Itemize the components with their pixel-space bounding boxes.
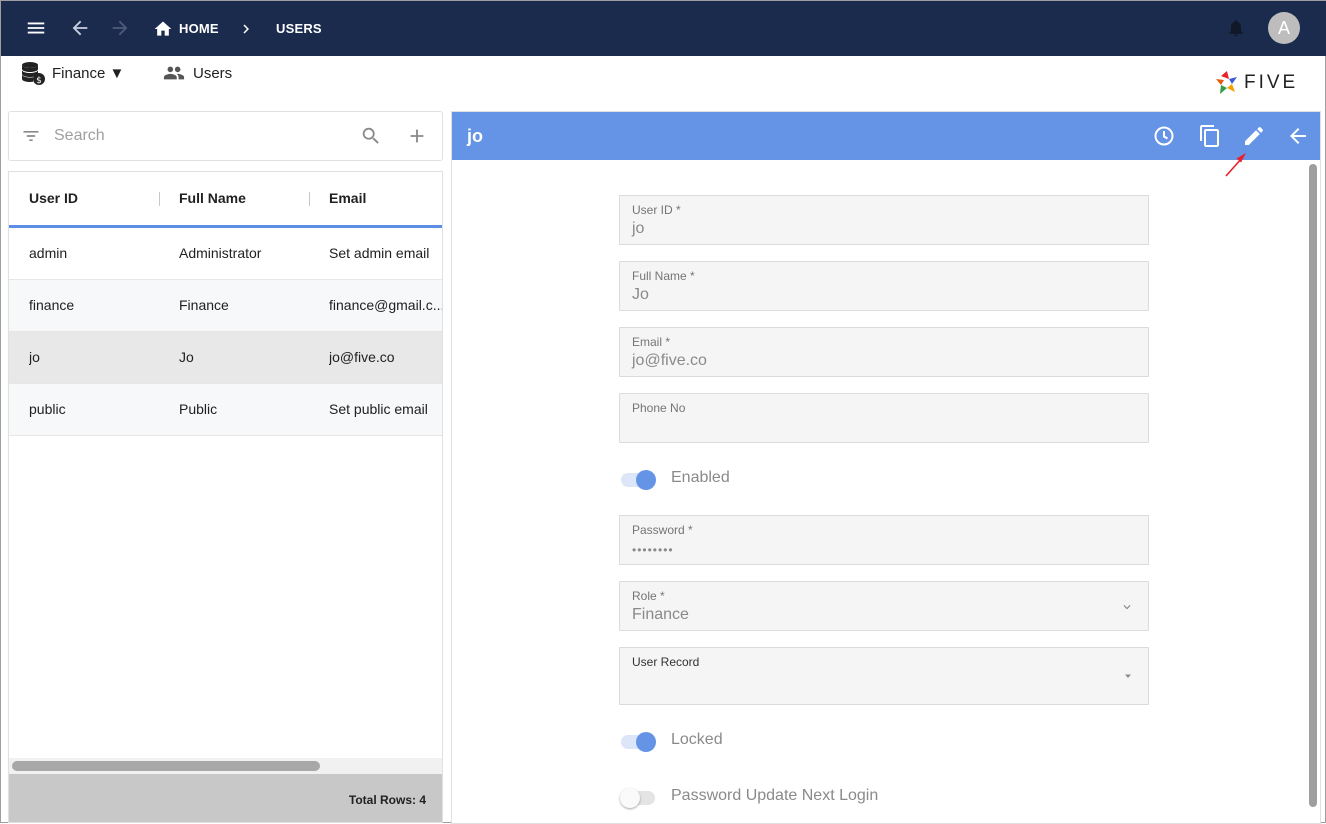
table-cell: finance — [29, 297, 75, 313]
table-cell: Jo — [179, 349, 194, 365]
breadcrumb-home-label: HOME — [179, 21, 219, 36]
users-grid: User ID Full Name Email admin Administrat… — [8, 171, 443, 823]
password-label: Password * — [632, 523, 693, 537]
breadcrumb-home[interactable]: HOME — [153, 1, 219, 56]
copy-icon[interactable] — [1198, 124, 1222, 148]
chevron-down-icon[interactable] — [1120, 600, 1134, 614]
password-value: •••••••• — [632, 543, 674, 557]
arrow-back-icon[interactable] — [1286, 124, 1310, 148]
history-icon[interactable] — [1152, 124, 1176, 148]
users-menu-label: Users — [193, 64, 233, 82]
user-record-label: User Record — [632, 655, 700, 669]
table-cell: jo — [29, 349, 40, 365]
users-menu[interactable]: Users — [163, 59, 232, 87]
full-name-label: Full Name * — [632, 269, 695, 283]
full-name-value: Jo — [632, 286, 649, 303]
horizontal-scrollbar[interactable] — [9, 758, 442, 774]
breadcrumb-users[interactable]: USERS — [276, 1, 322, 56]
form-header: jo — [452, 112, 1320, 160]
user-record-select[interactable]: User Record — [619, 647, 1149, 705]
column-header-user-id[interactable]: User ID — [29, 190, 78, 206]
email-label: Email * — [632, 335, 671, 349]
email-field[interactable]: Email * jo@five.co — [619, 327, 1149, 377]
phone-field[interactable]: Phone No — [619, 393, 1149, 443]
svg-text:$: $ — [36, 76, 42, 86]
edit-icon[interactable] — [1242, 124, 1266, 148]
column-header-full-name[interactable]: Full Name — [179, 190, 246, 206]
menu-icon[interactable] — [23, 15, 49, 41]
five-logo-icon — [1215, 70, 1239, 96]
bell-icon[interactable] — [1223, 15, 1249, 41]
avatar-initial: A — [1277, 17, 1290, 38]
phone-label: Phone No — [632, 401, 686, 415]
breadcrumb-users-label: USERS — [276, 21, 322, 36]
app-selector[interactable]: $ Finance ▼ — [20, 59, 124, 87]
password-field[interactable]: Password * •••••••• — [619, 515, 1149, 565]
users-icon — [163, 62, 185, 84]
search-icon[interactable] — [360, 125, 382, 147]
table-cell: public — [29, 401, 66, 417]
app-selector-label: Finance ▼ — [52, 64, 125, 82]
user-id-value: jo — [632, 220, 645, 237]
table-cell: Administrator — [179, 245, 262, 261]
grid-footer: Total Rows: 4 — [9, 774, 442, 822]
table-cell: finance@gmail.c... — [329, 297, 443, 313]
table-cell: admin — [29, 245, 68, 261]
toggle-knob — [636, 470, 656, 490]
email-value: jo@five.co — [632, 352, 707, 369]
table-cell: Public — [179, 401, 218, 417]
vertical-scrollbar-thumb[interactable] — [1309, 164, 1317, 807]
search-bar: Search — [8, 111, 443, 161]
avatar[interactable]: A — [1268, 12, 1300, 44]
forward-icon[interactable] — [107, 15, 133, 41]
grid-header: User ID Full Name Email — [9, 172, 442, 228]
top-app-bar: HOME USERS A — [1, 1, 1326, 56]
role-value: Finance — [632, 606, 689, 623]
role-label: Role * — [632, 589, 665, 603]
enabled-toggle[interactable]: Enabled — [620, 467, 920, 491]
user-id-field[interactable]: User ID * jo — [619, 195, 1149, 245]
table-row[interactable]: finance Finance finance@gmail.c... — [9, 280, 442, 332]
user-form-panel: jo User ID * jo Full Name * Jo Email * j… — [451, 111, 1321, 824]
filter-icon[interactable] — [21, 126, 41, 146]
five-logo: FIVE — [1215, 69, 1298, 97]
search-input[interactable]: Search — [54, 127, 105, 145]
toggle-knob — [620, 788, 640, 808]
locked-toggle[interactable]: Locked — [620, 729, 920, 753]
table-cell: Set admin email — [329, 245, 430, 261]
horizontal-scrollbar-thumb[interactable] — [12, 761, 320, 771]
user-id-label: User ID * — [632, 203, 681, 217]
home-icon — [153, 19, 173, 39]
table-cell: jo@five.co — [329, 349, 395, 365]
table-cell: Finance — [179, 297, 229, 313]
chevron-right-icon — [237, 1, 255, 56]
table-row[interactable]: jo Jo jo@five.co — [9, 332, 442, 384]
table-row[interactable]: admin Administrator Set admin email — [9, 228, 442, 280]
column-header-email[interactable]: Email — [329, 190, 366, 206]
form-title: jo — [467, 126, 483, 146]
locked-label: Locked — [671, 731, 723, 748]
table-cell: Set public email — [329, 401, 428, 417]
total-rows: Total Rows: 4 — [348, 793, 426, 807]
column-separator[interactable] — [159, 192, 160, 206]
toggle-knob — [636, 732, 656, 752]
add-icon[interactable] — [406, 125, 428, 147]
annotation-arrow — [1225, 153, 1246, 177]
password-update-toggle[interactable]: Password Update Next Login — [620, 785, 920, 809]
five-logo-text: FIVE — [1244, 72, 1299, 93]
password-update-label: Password Update Next Login — [671, 787, 879, 804]
database-icon: $ — [20, 60, 46, 86]
full-name-field[interactable]: Full Name * Jo — [619, 261, 1149, 311]
back-icon[interactable] — [67, 15, 93, 41]
role-select[interactable]: Role * Finance — [619, 581, 1149, 631]
enabled-label: Enabled — [671, 469, 730, 486]
table-row[interactable]: public Public Set public email — [9, 384, 442, 436]
column-separator[interactable] — [309, 192, 310, 206]
dropdown-icon[interactable] — [1122, 670, 1134, 682]
